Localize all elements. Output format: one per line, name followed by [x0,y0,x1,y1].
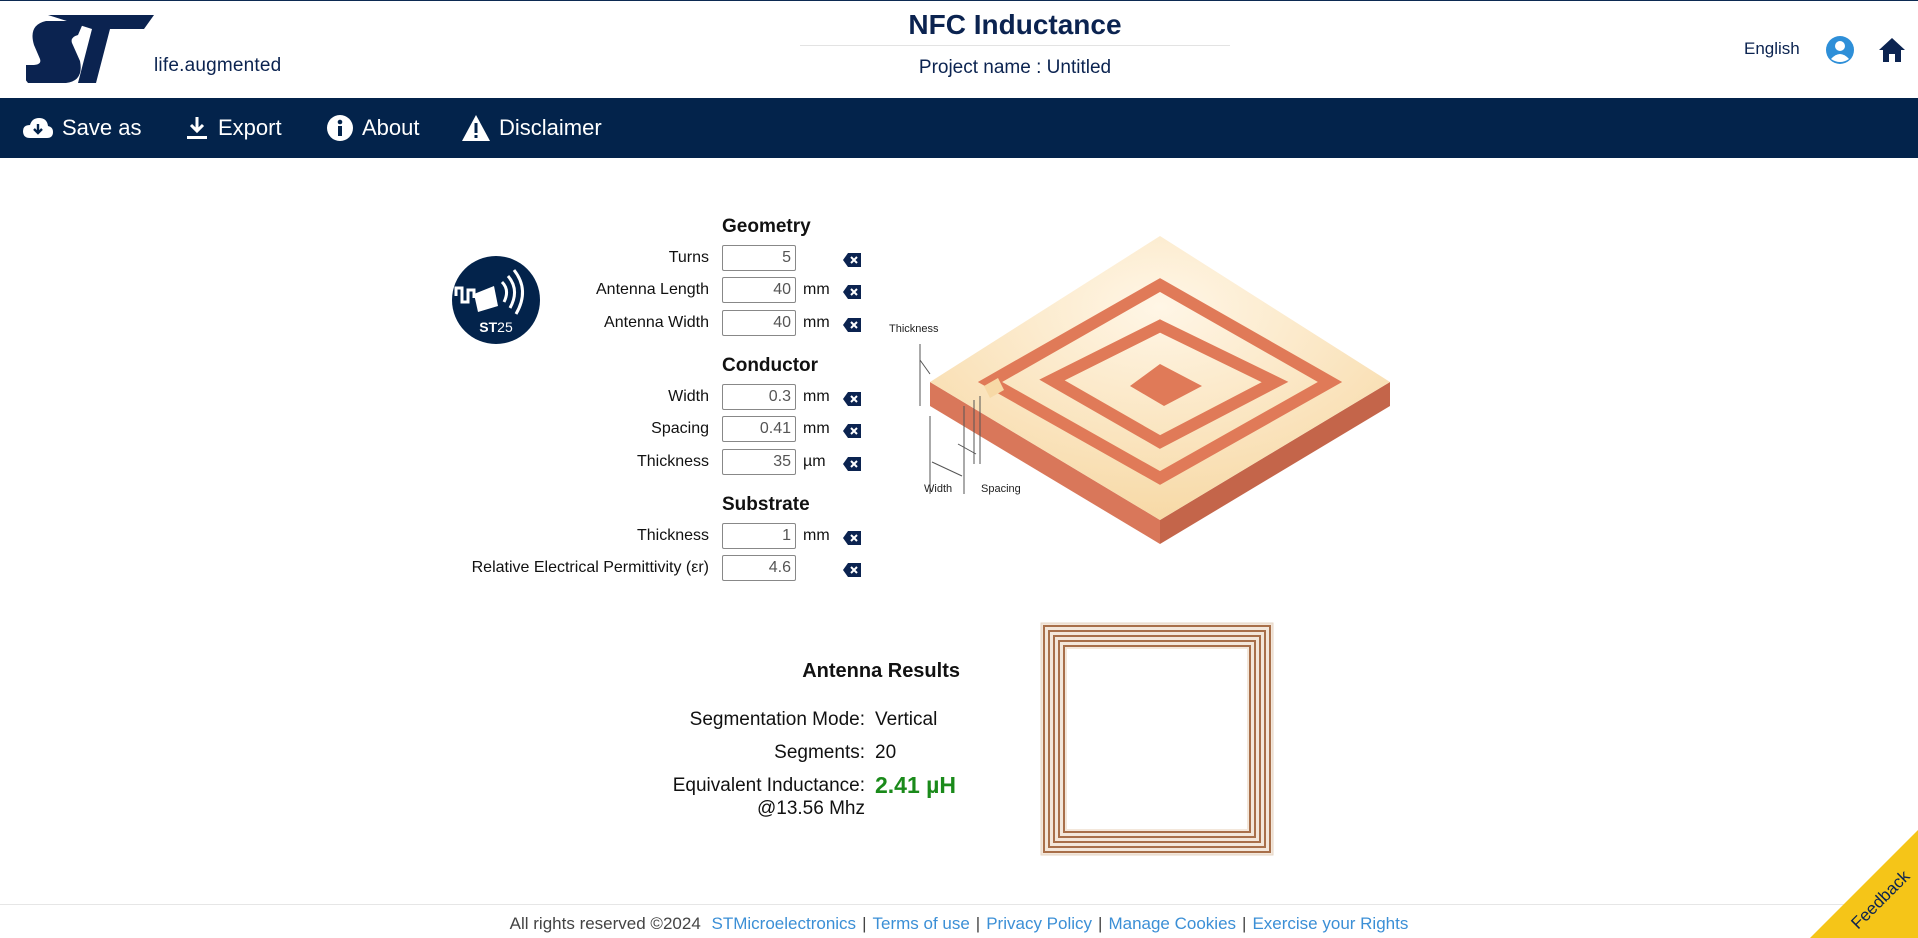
conductor-width-input[interactable] [722,384,796,410]
feedback-tab[interactable]: Feedback [1810,830,1918,938]
about-label: About [362,115,420,140]
antenna-length-label: Antenna Length [596,281,709,298]
rights-link[interactable]: Exercise your Rights [1252,914,1408,933]
antenna-length-unit: mm [803,281,830,298]
warning-icon [462,115,490,141]
clear-turns-icon[interactable] [842,252,862,268]
results-title: Antenna Results [802,660,960,682]
antenna-width-label: Antenna Width [604,314,709,331]
st-logo-mark [22,15,154,83]
conductor-title: Conductor [722,355,819,376]
substrate-title: Substrate [722,494,810,515]
conductor-spacing-input[interactable] [722,416,796,442]
save-as-button[interactable]: Save as [22,98,142,158]
main-toolbar: Save as Export About Disclaimer [0,98,1918,158]
user-account-icon[interactable] [1825,35,1855,65]
page-title: NFC Inductance [908,9,1122,40]
privacy-link[interactable]: Privacy Policy [986,914,1092,933]
antenna-length-input[interactable] [722,277,796,303]
geometry-title: Geometry [722,216,811,237]
cookies-link[interactable]: Manage Cookies [1108,914,1236,933]
cloud-download-icon [23,118,53,138]
export-button[interactable]: Export [184,98,282,158]
page-footer: All rights reserved ©2024 STMicroelectro… [509,914,1409,933]
clear-conductor-thickness-icon[interactable] [842,456,862,472]
turns-input[interactable] [722,245,796,271]
clear-conductor-spacing-icon[interactable] [842,423,862,439]
conductor-width-label: Width [668,388,709,405]
diagram-spacing-label: Spacing [981,483,1021,495]
clear-antenna-width-icon[interactable] [842,317,862,333]
antenna-width-input[interactable] [722,310,796,336]
clear-permittivity-icon[interactable] [842,562,862,578]
logo-tagline: life.augmented [154,55,282,76]
conductor-spacing-unit: mm [803,420,830,437]
permittivity-input[interactable] [722,555,796,581]
conductor-thickness-unit: µm [803,453,826,470]
info-icon [327,115,353,141]
clear-substrate-thickness-icon[interactable] [842,530,862,546]
antenna-preview [1040,622,1274,856]
turns-label: Turns [668,249,709,266]
download-icon [187,117,207,139]
segments-label: Segments: [774,742,865,763]
about-button[interactable]: About [326,98,420,158]
inductance-value: 2.41 µH [875,772,957,798]
clear-antenna-length-icon[interactable] [842,284,862,300]
substrate-thickness-label: Thickness [636,527,709,544]
substrate-thickness-unit: mm [803,527,830,544]
copyright-text: All rights reserved ©2024 [509,914,701,933]
export-label: Export [218,115,282,140]
save-as-label: Save as [62,115,142,140]
diagram-width-label: Width [924,483,952,495]
inductance-frequency: @13.56 Mhz [756,798,865,819]
home-icon[interactable] [1877,35,1907,65]
footer-divider [0,904,1918,905]
disclaimer-button[interactable]: Disclaimer [461,98,602,158]
antenna-width-unit: mm [803,314,830,331]
conductor-width-unit: mm [803,388,830,405]
antenna-3d-diagram: Thickness Width Spacing [889,236,1390,544]
segmentation-mode-value: Vertical [875,709,938,730]
conductor-thickness-input[interactable] [722,449,796,475]
inductance-label: Equivalent Inductance: [672,775,865,796]
app-header: life.augmented NFC Inductance Project na… [0,0,1918,98]
language-selector[interactable]: English [1744,39,1800,59]
st-logo[interactable]: life.augmented [22,15,296,87]
conductor-thickness-label: Thickness [636,453,709,470]
project-name: Project name : Untitled [918,57,1112,78]
company-link[interactable]: STMicroelectronics [712,914,857,933]
conductor-spacing-label: Spacing [651,420,709,437]
permittivity-label: Relative Electrical Permittivity (εr) [471,559,709,576]
disclaimer-label: Disclaimer [499,115,602,140]
segments-value: 20 [875,742,897,763]
substrate-thickness-input[interactable] [722,523,796,549]
diagram-thickness-label: Thickness [889,323,939,335]
title-divider [800,45,1230,46]
clear-conductor-width-icon[interactable] [842,391,862,407]
segmentation-mode-label: Segmentation Mode: [689,709,865,730]
terms-link[interactable]: Terms of use [872,914,969,933]
